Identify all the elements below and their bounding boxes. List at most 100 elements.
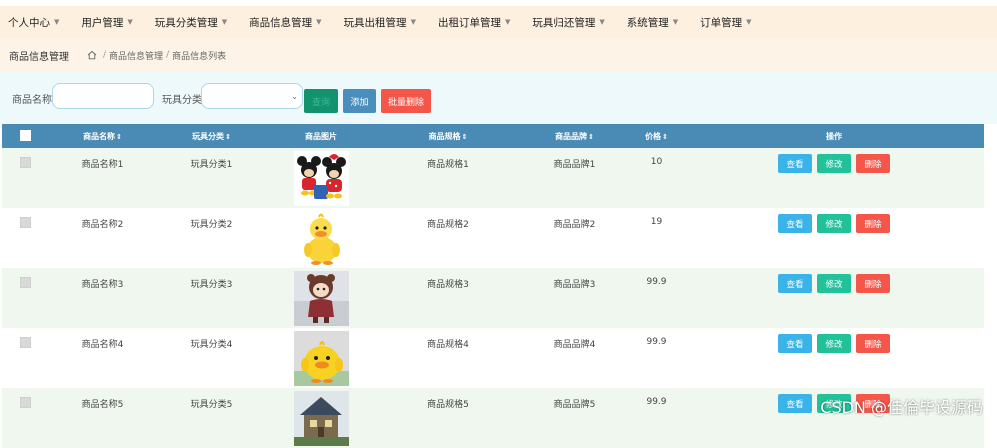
watermark: CSDN @佳倫毕设源码: [820, 398, 983, 417]
caret-down-icon: ▼: [127, 18, 133, 26]
select-all-header: [2, 124, 48, 148]
product-image-house-toy: [293, 391, 349, 446]
nav-item-personal-center[interactable]: 个人中心 ▼: [8, 6, 59, 38]
product-spec: 商品规格2: [427, 220, 469, 230]
delete-button[interactable]: 删除: [856, 274, 890, 293]
sort-icon: ⇕: [461, 132, 468, 141]
edit-button[interactable]: 修改: [817, 274, 851, 293]
nav-item-system-management[interactable]: 系统管理 ▼: [627, 6, 678, 38]
column-header-price[interactable]: 价格⇕: [629, 124, 684, 148]
view-button[interactable]: 查看: [778, 274, 812, 293]
product-brand: 商品品牌5: [553, 400, 596, 410]
table-row: 商品名称3 玩具分类3 商品规格3 商品品牌3 99.9 查看 修改 删除: [2, 268, 984, 328]
edit-button[interactable]: 修改: [817, 334, 851, 353]
chevron-down-icon: ⌄: [291, 91, 298, 101]
toy-category: 玩具分类5: [190, 400, 233, 410]
caret-down-icon: ▼: [599, 18, 605, 26]
add-button[interactable]: 添加: [343, 89, 376, 113]
header-label: 商品图片: [305, 131, 337, 141]
product-price: 99.9: [646, 337, 667, 347]
nav-item-label: 出租订单管理: [437, 16, 501, 29]
nav-item-label: 玩具分类管理: [154, 16, 218, 29]
header-label: 商品规格: [428, 131, 461, 141]
breadcrumb-separator: /: [166, 50, 170, 60]
breadcrumb-item: 商品信息列表: [172, 51, 227, 62]
product-name: 商品名称5: [81, 400, 124, 410]
product-image-yellow-chick: [293, 331, 349, 386]
breadcrumb-separator: /: [103, 50, 107, 60]
row-checkbox[interactable]: [19, 277, 31, 288]
edit-button[interactable]: 修改: [817, 154, 851, 173]
nav-item-label: 玩具归还管理: [532, 16, 596, 29]
nav-item-order-management[interactable]: 订单管理 ▼: [700, 6, 751, 38]
product-name-label: 商品名称: [12, 95, 52, 106]
product-name-input[interactable]: [52, 83, 154, 109]
column-header-actions: 操作: [684, 124, 984, 148]
product-brand: 商品品牌3: [553, 280, 596, 290]
view-button[interactable]: 查看: [778, 394, 812, 413]
product-brand: 商品品牌2: [553, 220, 596, 230]
header-label: 玩具分类: [192, 131, 225, 141]
batch-delete-button[interactable]: 批量删除: [381, 89, 431, 113]
table-row: 商品名称4 玩具分类4 商品规格4 商品品牌4 99.9 查看 修改 删除: [2, 328, 984, 388]
nav-item-toy-return-management[interactable]: 玩具归还管理 ▼: [532, 6, 604, 38]
view-button[interactable]: 查看: [778, 154, 812, 173]
product-image-yellow-duck: [293, 211, 349, 266]
product-price: 10: [650, 157, 663, 167]
caret-down-icon: ▼: [54, 18, 60, 26]
header-label: 商品名称: [83, 131, 116, 141]
nav-item-product-info-management[interactable]: 商品信息管理 ▼: [249, 6, 321, 38]
caret-down-icon: ▼: [672, 18, 679, 26]
table-row: 商品名称1 玩具分类1 商品规格1 商品品牌1 10 查看 修改 删除: [2, 148, 984, 208]
toy-category: 玩具分类2: [190, 220, 233, 230]
column-header-image: 商品图片: [266, 124, 376, 148]
column-header-spec[interactable]: 商品规格⇕: [376, 124, 520, 148]
caret-down-icon: ▼: [410, 18, 416, 26]
delete-button[interactable]: 删除: [856, 154, 890, 173]
toy-category: 玩具分类4: [190, 340, 233, 350]
row-checkbox[interactable]: [19, 397, 31, 408]
product-image-mickey-minnie: [293, 151, 349, 206]
edit-button[interactable]: 修改: [817, 214, 851, 233]
toy-category-select[interactable]: ⌄: [201, 83, 303, 109]
product-spec: 商品规格4: [427, 340, 469, 350]
home-icon[interactable]: [87, 50, 97, 60]
toy-category-label: 玩具分类: [162, 95, 202, 106]
row-checkbox[interactable]: [19, 157, 31, 168]
delete-button[interactable]: 删除: [856, 334, 890, 353]
caret-down-icon: ▼: [221, 18, 228, 26]
product-spec: 商品规格1: [427, 160, 469, 170]
toy-category: 玩具分类1: [190, 160, 233, 170]
nav-item-rental-order-management[interactable]: 出租订单管理 ▼: [438, 6, 510, 38]
product-price: 99.9: [646, 397, 667, 407]
delete-button[interactable]: 删除: [856, 214, 890, 233]
product-image-doll: [293, 271, 349, 326]
column-header-name[interactable]: 商品名称⇕: [48, 124, 157, 148]
product-spec: 商品规格5: [427, 400, 469, 410]
nav-item-toy-rental-management[interactable]: 玩具出租管理 ▼: [344, 6, 416, 38]
caret-down-icon: ▼: [316, 18, 322, 26]
search-button[interactable]: 查询: [304, 89, 338, 113]
header-label: 操作: [826, 131, 842, 141]
table-header-row: 商品名称⇕ 玩具分类⇕ 商品图片 商品规格⇕ 商品品牌⇕ 价格⇕ 操作: [2, 124, 984, 148]
caret-down-icon: ▼: [746, 18, 752, 26]
caret-down-icon: ▼: [504, 18, 511, 26]
row-checkbox[interactable]: [19, 217, 31, 228]
breadcrumb-item[interactable]: 商品信息管理: [109, 49, 163, 62]
view-button[interactable]: 查看: [778, 214, 812, 233]
column-header-category[interactable]: 玩具分类⇕: [157, 124, 266, 148]
nav-item-toy-category-management[interactable]: 玩具分类管理 ▼: [155, 6, 227, 38]
row-checkbox[interactable]: [19, 337, 31, 348]
sort-icon: ⇕: [225, 132, 231, 141]
product-name: 商品名称4: [81, 340, 124, 350]
column-header-brand[interactable]: 商品品牌⇕: [520, 124, 629, 148]
top-nav: 个人中心 ▼ 用户管理 ▼ 玩具分类管理 ▼ 商品信息管理 ▼ 玩具出租管理 ▼ 出租订单…: [0, 0, 997, 38]
nav-item-user-management[interactable]: 用户管理 ▼: [81, 6, 132, 38]
nav-item-label: 个人中心: [8, 16, 50, 29]
view-button[interactable]: 查看: [778, 334, 812, 353]
product-name: 商品名称3: [81, 280, 124, 290]
page-title: 商品信息管理: [9, 51, 69, 63]
product-name: 商品名称2: [81, 220, 124, 230]
nav-item-label: 订单管理: [700, 16, 743, 29]
select-all-checkbox[interactable]: [19, 129, 31, 141]
